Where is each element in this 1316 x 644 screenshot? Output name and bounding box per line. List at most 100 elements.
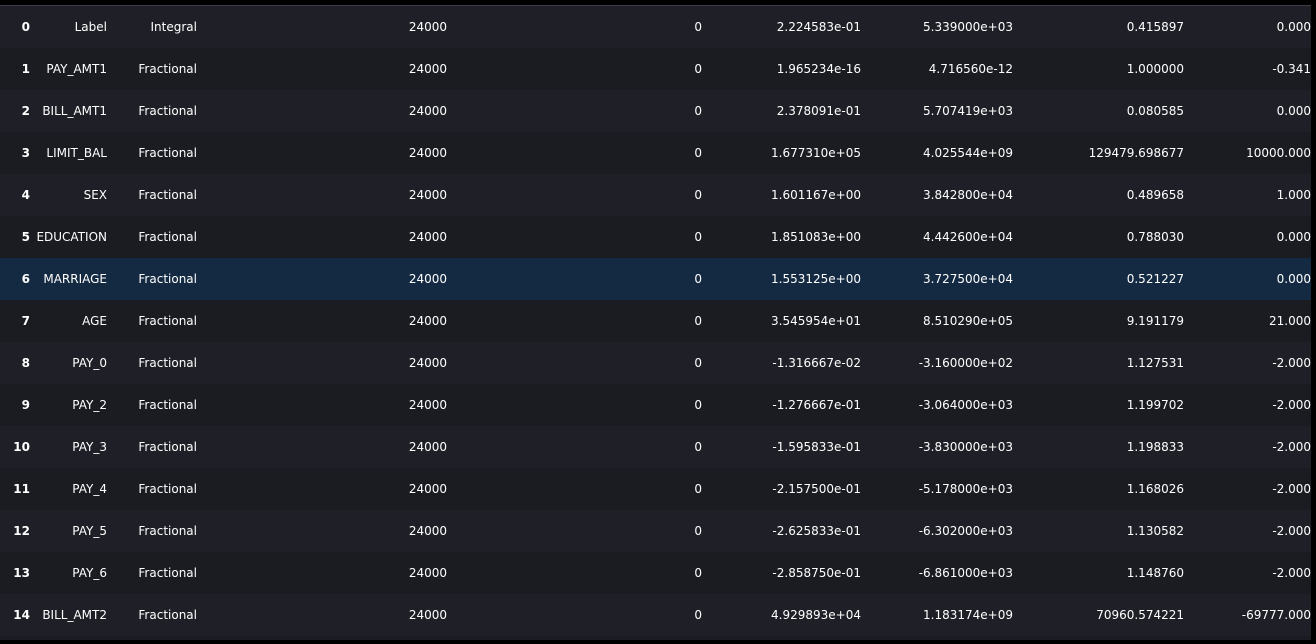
mean-cell: -2.858750e-01 xyxy=(772,566,861,580)
mean-cell: 2.224583e-01 xyxy=(776,20,861,34)
sum-cell: -5.178000e+03 xyxy=(918,482,1013,496)
min-cell: -2.000 xyxy=(1272,356,1311,370)
std-dev-cell: 1.127531 xyxy=(1126,356,1184,370)
row-index: 10 xyxy=(13,440,30,454)
mean-cell: 1.965234e-16 xyxy=(776,62,861,76)
row-index: 4 xyxy=(21,188,30,202)
sum-cell: -3.160000e+02 xyxy=(918,356,1013,370)
missing-count-cell: 0 xyxy=(694,146,702,160)
sum-cell: 5.339000e+03 xyxy=(923,20,1013,34)
dataframe-output: 0 Label Integral 24000 0 2.224583e-01 5.… xyxy=(0,5,1311,640)
feature-name-cell: AGE xyxy=(82,314,107,328)
std-dev-cell: 1.130582 xyxy=(1126,524,1184,538)
missing-count-cell: 0 xyxy=(694,524,702,538)
table-body: 0 Label Integral 24000 0 2.224583e-01 5.… xyxy=(0,6,1311,636)
sum-cell: 3.727500e+04 xyxy=(923,272,1013,286)
row-index: 9 xyxy=(21,398,30,412)
table-row[interactable]: 5 EDUCATION Fractional 24000 0 1.851083e… xyxy=(0,216,1311,258)
mean-cell: -1.276667e-01 xyxy=(772,398,861,412)
feature-type-cell: Fractional xyxy=(138,524,197,538)
mean-cell: 1.851083e+00 xyxy=(771,230,861,244)
feature-type-cell: Fractional xyxy=(138,440,197,454)
feature-type-cell: Fractional xyxy=(138,356,197,370)
feature-type-cell: Fractional xyxy=(138,62,197,76)
feature-type-cell: Fractional xyxy=(138,608,197,622)
feature-type-cell: Integral xyxy=(150,20,197,34)
std-dev-cell: 0.521227 xyxy=(1126,272,1184,286)
sum-cell: 4.025544e+09 xyxy=(923,146,1013,160)
row-index: 8 xyxy=(21,356,30,370)
count-cell: 24000 xyxy=(408,356,447,370)
table-row[interactable]: 6 MARRIAGE Fractional 24000 0 1.553125e+… xyxy=(0,258,1311,300)
feature-name-cell: PAY_6 xyxy=(72,566,107,580)
feature-type-cell: Fractional xyxy=(138,272,197,286)
missing-count-cell: 0 xyxy=(694,230,702,244)
table-row[interactable]: 14 BILL_AMT2 Fractional 24000 0 4.929893… xyxy=(0,594,1311,636)
feature-name-cell: PAY_5 xyxy=(72,524,107,538)
table-row[interactable]: 4 SEX Fractional 24000 0 1.601167e+00 3.… xyxy=(0,174,1311,216)
std-dev-cell: 9.191179 xyxy=(1126,314,1184,328)
std-dev-cell: 0.080585 xyxy=(1126,104,1184,118)
min-cell: -2.000 xyxy=(1272,566,1311,580)
count-cell: 24000 xyxy=(408,20,447,34)
table-row[interactable]: 12 PAY_5 Fractional 24000 0 -2.625833e-0… xyxy=(0,510,1311,552)
feature-name-cell: PAY_AMT1 xyxy=(46,62,107,76)
table-row[interactable]: 10 PAY_3 Fractional 24000 0 -1.595833e-0… xyxy=(0,426,1311,468)
table-row[interactable]: 2 BILL_AMT1 Fractional 24000 0 2.378091e… xyxy=(0,90,1311,132)
std-dev-cell: 0.788030 xyxy=(1126,230,1184,244)
feature-name-cell: BILL_AMT1 xyxy=(42,104,107,118)
mean-cell: -1.595833e-01 xyxy=(772,440,861,454)
missing-count-cell: 0 xyxy=(694,566,702,580)
min-cell: 1.000 xyxy=(1276,188,1311,202)
sum-cell: -3.830000e+03 xyxy=(918,440,1013,454)
min-cell: 10000.000 xyxy=(1246,146,1311,160)
count-cell: 24000 xyxy=(408,398,447,412)
table-row[interactable]: 3 LIMIT_BAL Fractional 24000 0 1.677310e… xyxy=(0,132,1311,174)
count-cell: 24000 xyxy=(408,566,447,580)
row-index: 12 xyxy=(13,524,30,538)
table-row[interactable]: 11 PAY_4 Fractional 24000 0 -2.157500e-0… xyxy=(0,468,1311,510)
count-cell: 24000 xyxy=(408,482,447,496)
feature-name-cell: PAY_4 xyxy=(72,482,107,496)
count-cell: 24000 xyxy=(408,608,447,622)
table-row[interactable]: 7 AGE Fractional 24000 0 3.545954e+01 8.… xyxy=(0,300,1311,342)
feature-type-cell: Fractional xyxy=(138,188,197,202)
sum-cell: 1.183174e+09 xyxy=(923,608,1013,622)
count-cell: 24000 xyxy=(408,188,447,202)
feature-name-cell: MARRIAGE xyxy=(43,272,107,286)
table-row[interactable]: 8 PAY_0 Fractional 24000 0 -1.316667e-02… xyxy=(0,342,1311,384)
min-cell: -2.000 xyxy=(1272,524,1311,538)
missing-count-cell: 0 xyxy=(694,20,702,34)
feature-type-cell: Fractional xyxy=(138,566,197,580)
std-dev-cell: 1.000000 xyxy=(1126,62,1184,76)
table-row[interactable]: 13 PAY_6 Fractional 24000 0 -2.858750e-0… xyxy=(0,552,1311,594)
table-row[interactable]: 9 PAY_2 Fractional 24000 0 -1.276667e-01… xyxy=(0,384,1311,426)
min-cell: 0.000 xyxy=(1276,230,1311,244)
mean-cell: 4.929893e+04 xyxy=(771,608,861,622)
feature-name-cell: PAY_0 xyxy=(72,356,107,370)
missing-count-cell: 0 xyxy=(694,104,702,118)
row-index: 0 xyxy=(21,20,30,34)
table-row[interactable]: 1 PAY_AMT1 Fractional 24000 0 1.965234e-… xyxy=(0,48,1311,90)
table-row[interactable]: 0 Label Integral 24000 0 2.224583e-01 5.… xyxy=(0,6,1311,48)
row-index: 2 xyxy=(21,104,30,118)
feature-type-cell: Fractional xyxy=(138,146,197,160)
mean-cell: 3.545954e+01 xyxy=(771,314,861,328)
std-dev-cell: 1.198833 xyxy=(1126,440,1184,454)
row-index: 7 xyxy=(21,314,30,328)
mean-cell: -2.157500e-01 xyxy=(772,482,861,496)
count-cell: 24000 xyxy=(408,104,447,118)
min-cell: 0.000 xyxy=(1276,104,1311,118)
row-index: 5 xyxy=(21,230,30,244)
sum-cell: 5.707419e+03 xyxy=(923,104,1013,118)
mean-cell: 1.601167e+00 xyxy=(771,188,861,202)
mean-cell: -2.625833e-01 xyxy=(772,524,861,538)
feature-name-cell: PAY_2 xyxy=(72,398,107,412)
sum-cell: -3.064000e+03 xyxy=(918,398,1013,412)
min-cell: -2.000 xyxy=(1272,482,1311,496)
sum-cell: 3.842800e+04 xyxy=(923,188,1013,202)
count-cell: 24000 xyxy=(408,62,447,76)
sum-cell: 4.716560e-12 xyxy=(928,62,1013,76)
missing-count-cell: 0 xyxy=(694,608,702,622)
feature-name-cell: EDUCATION xyxy=(36,230,107,244)
